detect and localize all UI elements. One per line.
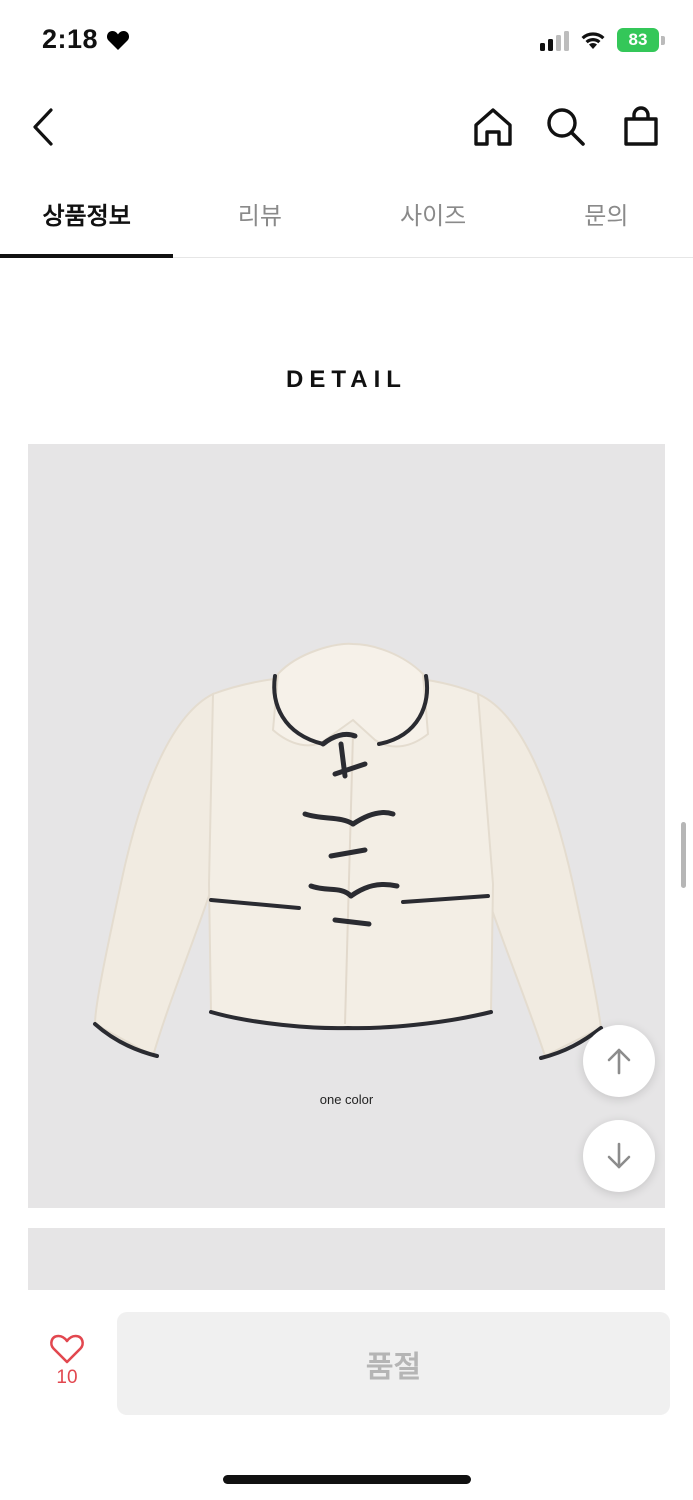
wifi-icon bbox=[581, 32, 605, 49]
tab-size[interactable]: 사이즈 bbox=[347, 172, 520, 257]
tab-product-info[interactable]: 상품정보 bbox=[0, 172, 174, 258]
shopping-bag-icon bbox=[624, 106, 658, 146]
chevron-left-icon bbox=[33, 108, 53, 146]
home-indicator bbox=[223, 1475, 471, 1484]
tab-inquiry[interactable]: 문의 bbox=[520, 172, 693, 257]
scroll-bottom-button[interactable] bbox=[583, 1120, 655, 1192]
product-detail-image-next bbox=[28, 1228, 665, 1290]
product-tabs: 상품정보 리뷰 사이즈 문의 bbox=[0, 172, 693, 258]
heart-status-icon bbox=[107, 30, 130, 50]
back-button[interactable] bbox=[18, 102, 68, 152]
status-time: 2:18 bbox=[42, 24, 99, 54]
scroll-top-button[interactable] bbox=[583, 1025, 655, 1097]
like-button[interactable]: 10 bbox=[34, 1333, 100, 1397]
detail-heading: DETAIL bbox=[286, 366, 407, 393]
search-button[interactable] bbox=[541, 102, 591, 152]
like-count: 10 bbox=[56, 1367, 78, 1388]
tab-label: 상품정보 bbox=[42, 203, 131, 230]
nav-bar bbox=[0, 86, 693, 170]
tab-label: 사이즈 bbox=[400, 203, 467, 230]
tab-label: 리뷰 bbox=[237, 203, 282, 230]
status-indicators: 83 bbox=[540, 28, 665, 52]
jacket-illustration bbox=[93, 642, 603, 1060]
battery-level: 83 bbox=[628, 30, 648, 49]
product-detail-image: one color bbox=[28, 444, 665, 1208]
cellular-signal-icon bbox=[540, 29, 569, 51]
heart-outline-icon bbox=[50, 1334, 84, 1364]
image-caption: one color bbox=[319, 1092, 374, 1107]
scrollbar[interactable] bbox=[681, 822, 686, 888]
search-icon bbox=[547, 108, 585, 146]
home-button[interactable] bbox=[468, 102, 518, 152]
arrow-down-icon bbox=[607, 1142, 631, 1169]
tab-reviews[interactable]: 리뷰 bbox=[173, 172, 346, 257]
battery-group: 83 bbox=[617, 28, 665, 52]
battery-icon: 83 bbox=[617, 28, 659, 52]
bottom-action-bar: 10 품절 bbox=[0, 1295, 693, 1500]
tab-label: 문의 bbox=[584, 203, 629, 230]
status-bar: 2:18 83 bbox=[0, 0, 693, 86]
soldout-button[interactable]: 품절 bbox=[117, 1312, 670, 1415]
cart-button[interactable] bbox=[616, 102, 666, 152]
arrow-up-icon bbox=[607, 1048, 631, 1075]
status-time-group: 2:18 bbox=[42, 24, 130, 55]
battery-cap bbox=[661, 35, 665, 45]
home-icon bbox=[474, 108, 512, 146]
